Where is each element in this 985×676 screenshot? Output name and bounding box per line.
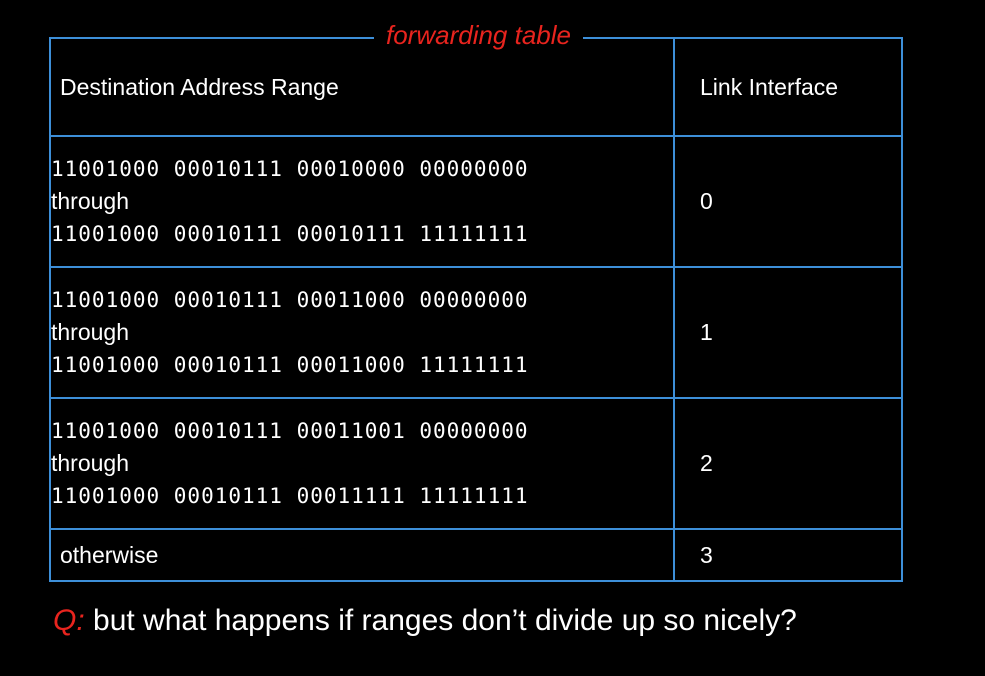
table-row: 11001000 00010111 00011000 00000000 thro… (49, 266, 903, 399)
range-through-label: through (51, 319, 130, 345)
question-marker: Q: (53, 604, 85, 637)
table-row: 11001000 00010111 00011001 00000000 thro… (49, 397, 903, 530)
forwarding-table: Destination Address Range Link Interface… (49, 37, 903, 582)
link-interface-value: 2 (700, 450, 713, 476)
link-cell: 1 (673, 266, 903, 399)
range-start: 11001000 00010111 00011000 00000000 (51, 288, 529, 312)
otherwise-cell: otherwise (49, 528, 675, 582)
table-row: 11001000 00010111 00010000 00000000 thro… (49, 135, 903, 268)
link-cell: 3 (673, 528, 903, 582)
link-interface-header: Link Interface (700, 73, 839, 100)
table-title: forwarding table (374, 18, 583, 52)
link-interface-value: 3 (700, 541, 713, 568)
range-end: 11001000 00010111 00010111 11111111 (51, 222, 529, 246)
destination-header: Destination Address Range (60, 73, 339, 100)
range-through-label: through (51, 188, 130, 214)
table-row-otherwise: otherwise 3 (49, 528, 903, 582)
link-cell: 0 (673, 135, 903, 268)
table-header-row: Destination Address Range Link Interface (49, 37, 903, 137)
link-header-cell: Link Interface (673, 37, 903, 137)
range-end: 11001000 00010111 00011000 11111111 (51, 353, 529, 377)
question-text: but what happens if ranges don’t divide … (84, 604, 797, 637)
otherwise-label: otherwise (60, 541, 159, 568)
link-interface-value: 0 (700, 188, 713, 214)
link-interface-value: 1 (700, 319, 713, 345)
range-through-label: through (51, 450, 130, 476)
destination-header-cell: Destination Address Range (49, 37, 675, 137)
range-end: 11001000 00010111 00011111 11111111 (51, 484, 529, 508)
range-start: 11001000 00010111 00010000 00000000 (51, 157, 529, 181)
question-line: Q: but what happens if ranges don’t divi… (53, 604, 797, 638)
link-cell: 2 (673, 397, 903, 530)
address-range-cell: 11001000 00010111 00011001 00000000 thro… (49, 397, 675, 530)
address-range-cell: 11001000 00010111 00011000 00000000 thro… (49, 266, 675, 399)
slide: Destination Address Range Link Interface… (0, 0, 985, 676)
range-start: 11001000 00010111 00011001 00000000 (51, 419, 529, 443)
address-range-cell: 11001000 00010111 00010000 00000000 thro… (49, 135, 675, 268)
